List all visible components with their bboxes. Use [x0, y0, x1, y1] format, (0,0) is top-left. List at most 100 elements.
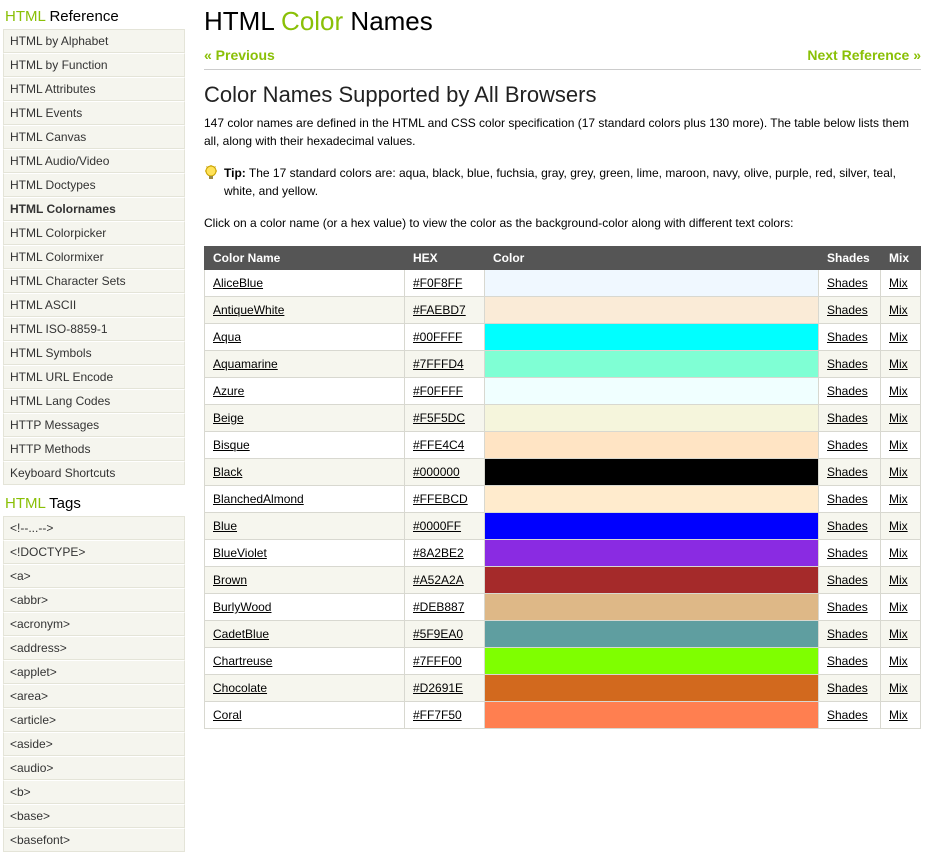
shades-link[interactable]: Shades — [827, 276, 868, 290]
sidebar-item[interactable]: HTML Colorpicker — [3, 221, 185, 245]
sidebar-item[interactable]: Keyboard Shortcuts — [3, 461, 185, 485]
mix-link[interactable]: Mix — [889, 411, 908, 425]
color-name-link[interactable]: Blue — [213, 519, 237, 533]
color-hex-link[interactable]: #8A2BE2 — [413, 546, 464, 560]
sidebar-tag-item[interactable]: <address> — [3, 636, 185, 660]
mix-link[interactable]: Mix — [889, 492, 908, 506]
mix-link[interactable]: Mix — [889, 546, 908, 560]
sidebar-item[interactable]: HTML ASCII — [3, 293, 185, 317]
sidebar-item[interactable]: HTML Audio/Video — [3, 149, 185, 173]
mix-link[interactable]: Mix — [889, 357, 908, 371]
color-hex-link[interactable]: #0000FF — [413, 519, 461, 533]
mix-link[interactable]: Mix — [889, 438, 908, 452]
shades-link[interactable]: Shades — [827, 573, 868, 587]
sidebar-tag-item[interactable]: <!DOCTYPE> — [3, 540, 185, 564]
color-name-link[interactable]: AliceBlue — [213, 276, 263, 290]
sidebar-item[interactable]: HTML ISO-8859-1 — [3, 317, 185, 341]
color-name-link[interactable]: Coral — [213, 708, 242, 722]
shades-link[interactable]: Shades — [827, 303, 868, 317]
color-hex-link[interactable]: #FAEBD7 — [413, 303, 466, 317]
mix-link[interactable]: Mix — [889, 600, 908, 614]
shades-link[interactable]: Shades — [827, 654, 868, 668]
color-name-link[interactable]: BlanchedAlmond — [213, 492, 304, 506]
mix-link[interactable]: Mix — [889, 303, 908, 317]
sidebar-item[interactable]: HTML Colornames — [3, 197, 185, 221]
color-hex-link[interactable]: #7FFFD4 — [413, 357, 464, 371]
shades-link[interactable]: Shades — [827, 465, 868, 479]
color-name-link[interactable]: Aquamarine — [213, 357, 278, 371]
color-hex-link[interactable]: #F0F8FF — [413, 276, 462, 290]
sidebar-tag-item[interactable]: <article> — [3, 708, 185, 732]
color-name-link[interactable]: Bisque — [213, 438, 250, 452]
color-hex-link[interactable]: #F5F5DC — [413, 411, 465, 425]
sidebar-item[interactable]: HTTP Messages — [3, 413, 185, 437]
color-name-link[interactable]: Beige — [213, 411, 244, 425]
color-name-link[interactable]: AntiqueWhite — [213, 303, 284, 317]
sidebar-tag-item[interactable]: <audio> — [3, 756, 185, 780]
color-hex-link[interactable]: #000000 — [413, 465, 460, 479]
sidebar-item[interactable]: HTML by Function — [3, 53, 185, 77]
shades-link[interactable]: Shades — [827, 627, 868, 641]
shades-link[interactable]: Shades — [827, 438, 868, 452]
shades-link[interactable]: Shades — [827, 708, 868, 722]
sidebar-item[interactable]: HTTP Methods — [3, 437, 185, 461]
color-hex-link[interactable]: #FF7F50 — [413, 708, 462, 722]
color-hex-link[interactable]: #DEB887 — [413, 600, 464, 614]
color-name-link[interactable]: Azure — [213, 384, 244, 398]
color-name-link[interactable]: Aqua — [213, 330, 241, 344]
sidebar-tag-item[interactable]: <base> — [3, 804, 185, 828]
mix-link[interactable]: Mix — [889, 519, 908, 533]
color-name-link[interactable]: Chartreuse — [213, 654, 272, 668]
prev-link[interactable]: « Previous — [204, 47, 275, 63]
shades-link[interactable]: Shades — [827, 546, 868, 560]
sidebar-item[interactable]: HTML Attributes — [3, 77, 185, 101]
color-name-link[interactable]: Chocolate — [213, 681, 267, 695]
color-hex-link[interactable]: #5F9EA0 — [413, 627, 463, 641]
mix-link[interactable]: Mix — [889, 276, 908, 290]
sidebar-item[interactable]: HTML URL Encode — [3, 365, 185, 389]
shades-link[interactable]: Shades — [827, 357, 868, 371]
sidebar-tag-item[interactable]: <aside> — [3, 732, 185, 756]
sidebar-tag-item[interactable]: <a> — [3, 564, 185, 588]
sidebar-tag-item[interactable]: <applet> — [3, 660, 185, 684]
sidebar-item[interactable]: HTML by Alphabet — [3, 29, 185, 53]
sidebar-tag-item[interactable]: <!--...--> — [3, 516, 185, 540]
color-hex-link[interactable]: #F0FFFF — [413, 384, 463, 398]
mix-link[interactable]: Mix — [889, 627, 908, 641]
shades-link[interactable]: Shades — [827, 384, 868, 398]
color-hex-link[interactable]: #7FFF00 — [413, 654, 462, 668]
mix-link[interactable]: Mix — [889, 573, 908, 587]
mix-link[interactable]: Mix — [889, 654, 908, 668]
sidebar-item[interactable]: HTML Colormixer — [3, 245, 185, 269]
shades-link[interactable]: Shades — [827, 411, 868, 425]
color-hex-link[interactable]: #A52A2A — [413, 573, 464, 587]
shades-link[interactable]: Shades — [827, 330, 868, 344]
sidebar-item[interactable]: HTML Symbols — [3, 341, 185, 365]
sidebar-tag-item[interactable]: <acronym> — [3, 612, 185, 636]
sidebar-item[interactable]: HTML Canvas — [3, 125, 185, 149]
shades-link[interactable]: Shades — [827, 681, 868, 695]
sidebar-tag-item[interactable]: <abbr> — [3, 588, 185, 612]
color-name-link[interactable]: CadetBlue — [213, 627, 269, 641]
sidebar-item[interactable]: HTML Character Sets — [3, 269, 185, 293]
sidebar-tag-item[interactable]: <b> — [3, 780, 185, 804]
next-link[interactable]: Next Reference » — [807, 47, 921, 63]
color-name-link[interactable]: BlueViolet — [213, 546, 267, 560]
sidebar-item[interactable]: HTML Doctypes — [3, 173, 185, 197]
shades-link[interactable]: Shades — [827, 492, 868, 506]
mix-link[interactable]: Mix — [889, 681, 908, 695]
color-hex-link[interactable]: #FFEBCD — [413, 492, 468, 506]
sidebar-item[interactable]: HTML Lang Codes — [3, 389, 185, 413]
color-hex-link[interactable]: #D2691E — [413, 681, 463, 695]
sidebar-item[interactable]: HTML Events — [3, 101, 185, 125]
mix-link[interactable]: Mix — [889, 384, 908, 398]
color-hex-link[interactable]: #FFE4C4 — [413, 438, 464, 452]
sidebar-tag-item[interactable]: <basefont> — [3, 828, 185, 852]
mix-link[interactable]: Mix — [889, 330, 908, 344]
color-name-link[interactable]: Brown — [213, 573, 247, 587]
mix-link[interactable]: Mix — [889, 708, 908, 722]
mix-link[interactable]: Mix — [889, 465, 908, 479]
color-name-link[interactable]: BurlyWood — [213, 600, 271, 614]
color-name-link[interactable]: Black — [213, 465, 242, 479]
shades-link[interactable]: Shades — [827, 600, 868, 614]
